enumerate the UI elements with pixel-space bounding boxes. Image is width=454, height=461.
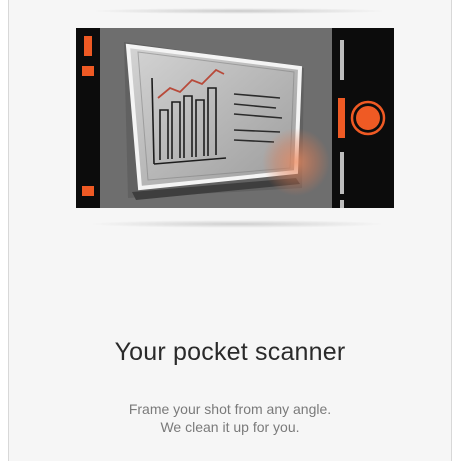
lens-glow: [262, 128, 330, 196]
flash-indicator: [84, 36, 92, 56]
scanner-illustration: [76, 28, 394, 208]
page-title: Your pocket scanner: [114, 338, 346, 366]
shutter-button-icon[interactable]: [350, 100, 386, 136]
page-subtitle: Frame your shot from any angle. We clean…: [9, 400, 451, 436]
illustration-shadow: [87, 220, 387, 228]
subtitle-line-2: We clean it up for you.: [160, 419, 300, 435]
top-divider-shadow: [89, 8, 389, 14]
subtitle-line-1: Frame your shot from any angle.: [128, 401, 332, 417]
camera-viewfinder-graphic: [76, 28, 394, 208]
left-camera-bar: [76, 28, 100, 208]
onboarding-screen: Your pocket scanner Frame your shot from…: [8, 0, 452, 461]
gallery-indicator: [82, 186, 94, 196]
mode-indicator: [82, 66, 94, 76]
